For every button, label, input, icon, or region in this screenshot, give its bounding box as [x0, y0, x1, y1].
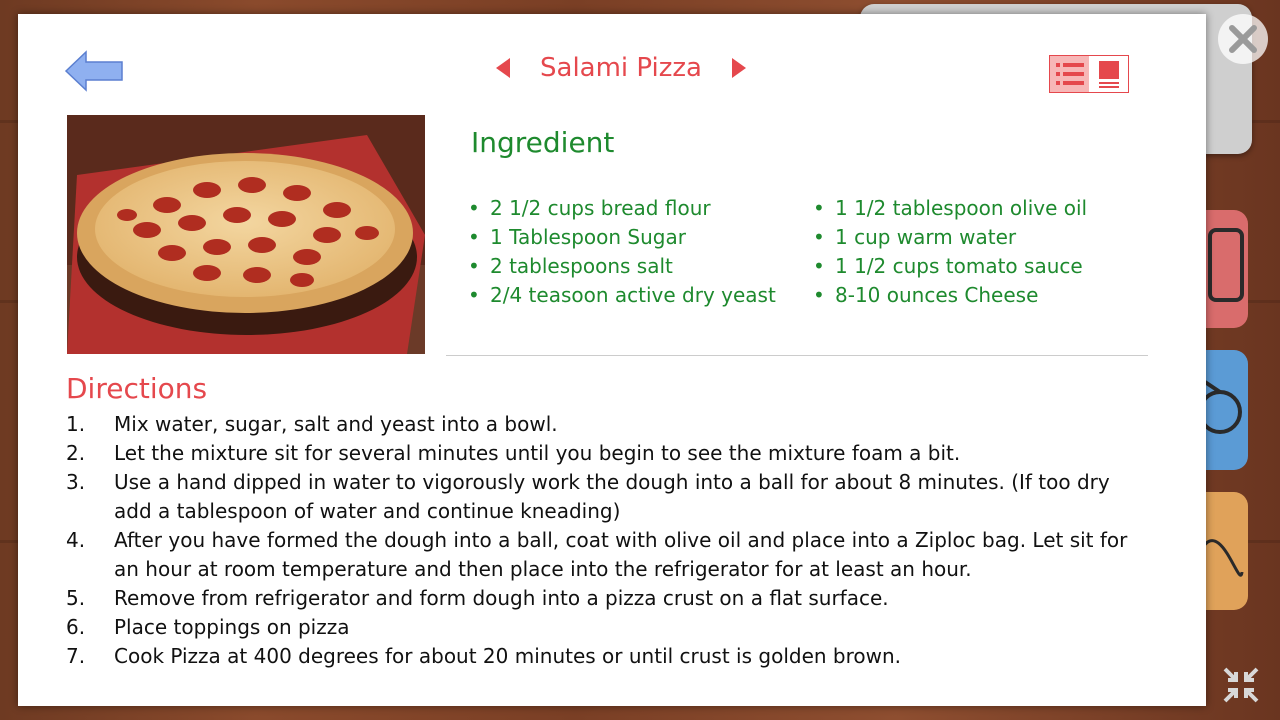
step-number: 5. — [66, 586, 86, 610]
pizza-photo — [67, 115, 425, 354]
ingredient-item: 1 cup warm water — [813, 223, 1087, 252]
ingredient-item: 2 tablespoons salt — [468, 252, 776, 281]
direction-step: 7. Cook Pizza at 400 degrees for about 20… — [66, 642, 1146, 671]
ingredient-item: 1 1/2 cups tomato sauce — [813, 252, 1087, 281]
step-text: After you have formed the dough into a b… — [114, 528, 1128, 581]
ingredient-item: 2 1/2 cups bread flour — [468, 194, 776, 223]
pizza-image — [67, 115, 425, 354]
step-text: Cook Pizza at 400 degrees for about 20 m… — [114, 644, 902, 668]
ingredient-list-right: 1 1/2 tablespoon olive oil 1 cup warm wa… — [813, 194, 1087, 310]
step-text: Let the mixture sit for several minutes … — [114, 441, 961, 465]
step-number: 1. — [66, 412, 86, 436]
step-number: 3. — [66, 470, 86, 494]
shrink-button[interactable] — [1218, 662, 1264, 708]
step-number: 6. — [66, 615, 86, 639]
page-view-button[interactable] — [1089, 56, 1128, 92]
close-icon — [1229, 25, 1257, 53]
page-view-icon — [1098, 61, 1119, 88]
direction-step: 4. After you have formed the dough into a… — [66, 526, 1146, 584]
step-text: Place toppings on pizza — [114, 615, 350, 639]
direction-step: 2. Let the mixture sit for several minute… — [66, 439, 1146, 468]
direction-step: 1. Mix water, sugar, salt and yeast into … — [66, 410, 1146, 439]
direction-step: 3. Use a hand dipped in water to vigorous… — [66, 468, 1146, 526]
next-triangle-icon[interactable] — [732, 58, 746, 78]
ingredient-item: 8-10 ounces Cheese — [813, 281, 1087, 310]
list-view-icon — [1055, 63, 1084, 85]
view-toggle — [1049, 55, 1129, 93]
step-number: 7. — [66, 644, 86, 668]
ingredient-item: 1 Tablespoon Sugar — [468, 223, 776, 252]
step-text: Remove from refrigerator and form dough … — [114, 586, 889, 610]
section-divider — [446, 355, 1148, 356]
directions-heading: Directions — [66, 372, 208, 405]
ingredient-item: 1 1/2 tablespoon olive oil — [813, 194, 1087, 223]
ingredient-item: 2/4 teasoon active dry yeast — [468, 281, 776, 310]
recipe-card: Salami Pizza Ingredient • 2 1/2 cups bre… — [18, 14, 1206, 706]
directions-list: 1. Mix water, sugar, salt and yeast into … — [66, 410, 1146, 671]
direction-step: 5. Remove from refrigerator and form doug… — [66, 584, 1146, 613]
title-navigation: Salami Pizza — [496, 50, 746, 86]
list-view-button[interactable] — [1050, 56, 1089, 92]
back-arrow-icon[interactable] — [64, 50, 124, 92]
prev-triangle-icon[interactable] — [496, 58, 510, 78]
shrink-icon — [1223, 667, 1259, 703]
recipe-title: Salami Pizza — [540, 53, 702, 83]
close-button[interactable] — [1218, 14, 1268, 64]
ingredient-list-left: 2 1/2 cups bread flour 1 Tablespoon Suga… — [468, 194, 776, 310]
step-text: Mix water, sugar, salt and yeast into a … — [114, 412, 558, 436]
step-text: Use a hand dipped in water to vigorously… — [114, 470, 1110, 523]
ingredient-heading: Ingredient — [471, 126, 615, 159]
step-number: 4. — [66, 528, 86, 552]
direction-step: 6. Place toppings on pizza — [66, 613, 1146, 642]
step-number: 2. — [66, 441, 86, 465]
